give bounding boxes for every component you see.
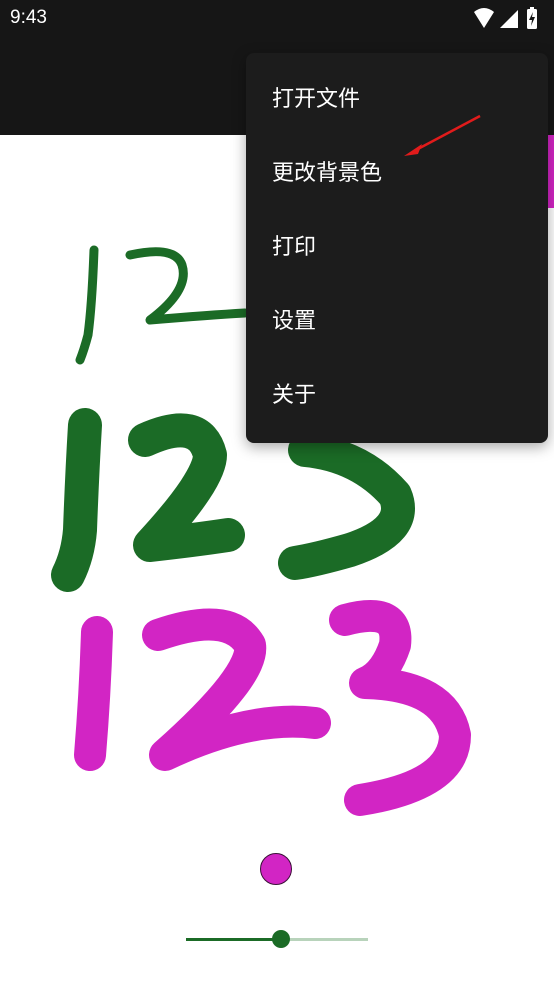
stroke-green-123	[51, 408, 415, 592]
stroke-small-1	[75, 245, 99, 365]
stroke-purple-123	[74, 599, 471, 816]
annotation-arrow-icon	[404, 114, 481, 156]
cellular-signal-icon	[500, 10, 518, 28]
stroke-green-2	[128, 413, 245, 562]
stroke-width-slider[interactable]	[186, 928, 368, 950]
status-icons	[474, 7, 537, 29]
menu-item-open-file[interactable]: 打开文件	[246, 63, 548, 137]
stroke-green-3	[278, 433, 415, 580]
slider-thumb[interactable]	[272, 930, 290, 948]
slider-track-inactive	[281, 938, 368, 941]
stroke-green-1	[51, 408, 102, 592]
status-time: 9:43	[10, 7, 47, 28]
stroke-purple-2	[142, 608, 331, 771]
menu-item-print[interactable]: 打印	[246, 211, 548, 285]
stroke-purple-3	[329, 599, 471, 816]
battery-charging-icon	[527, 7, 537, 29]
stroke-small-2	[125, 247, 250, 325]
wifi-icon	[474, 8, 494, 28]
pen-color-button[interactable]	[260, 853, 292, 885]
overflow-menu: 打开文件 更改背景色 打印 设置 关于	[246, 53, 548, 443]
status-bar: 9:43	[0, 0, 554, 38]
stroke-small-12	[75, 245, 250, 365]
slider-track-active	[186, 938, 281, 941]
menu-item-settings[interactable]: 设置	[246, 285, 548, 359]
stroke-purple-1	[74, 616, 113, 771]
menu-item-about[interactable]: 关于	[246, 359, 548, 433]
menu-item-change-background[interactable]: 更改背景色	[246, 137, 548, 211]
